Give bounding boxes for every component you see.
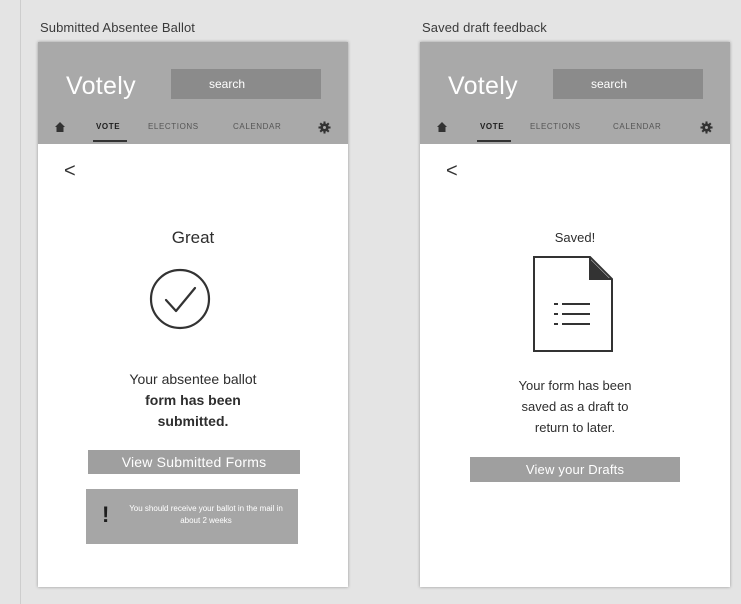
nav-tab-elections[interactable]: ELECTIONS — [148, 122, 199, 131]
search-input[interactable]: search — [553, 69, 703, 99]
confirmation-message-line2: saved as a draft to — [521, 399, 629, 414]
active-tab-indicator — [477, 140, 511, 142]
back-button[interactable]: < — [64, 160, 76, 183]
home-icon[interactable] — [54, 121, 66, 133]
check-circle-icon — [149, 268, 211, 330]
home-icon[interactable] — [436, 121, 448, 133]
phone-frame-saved: Votely search VOTE ELECTIONS CALENDAR < … — [420, 42, 730, 587]
app-header: Votely search VOTE ELECTIONS CALENDAR — [420, 42, 730, 144]
nav-tab-vote[interactable]: VOTE — [480, 122, 504, 131]
notice-text: You should receive your ballot in the ma… — [129, 504, 283, 525]
back-button[interactable]: < — [446, 160, 458, 183]
view-drafts-button[interactable]: View your Drafts — [470, 457, 680, 482]
confirmation-message-line3: return to later. — [534, 420, 616, 435]
view-submitted-forms-button[interactable]: View Submitted Forms — [88, 450, 300, 474]
frame-title: Saved draft feedback — [422, 20, 547, 35]
active-tab-indicator — [93, 140, 127, 142]
frame-title: Submitted Absentee Ballot — [40, 20, 195, 35]
app-logo[interactable]: Votely — [66, 72, 136, 101]
nav-tab-calendar[interactable]: CALENDAR — [233, 122, 281, 131]
confirmation-message-line3: submitted. — [157, 413, 229, 429]
search-input[interactable]: search — [171, 69, 321, 99]
gear-icon[interactable] — [318, 121, 331, 134]
app-logo[interactable]: Votely — [448, 72, 518, 101]
confirmation-message-line1: Your absentee ballot — [129, 371, 257, 387]
app-header: Votely search VOTE ELECTIONS CALENDAR — [38, 42, 348, 144]
nav-tab-elections[interactable]: ELECTIONS — [530, 122, 581, 131]
nav-tab-vote[interactable]: VOTE — [96, 122, 120, 131]
page-heading: Saved! — [554, 230, 596, 245]
nav-bar: VOTE ELECTIONS CALENDAR — [38, 112, 348, 144]
gear-icon[interactable] — [700, 121, 713, 134]
mail-notice: ! You should receive your ballot in the … — [86, 489, 298, 544]
confirmation-message-line2: form has been — [145, 392, 241, 408]
nav-bar: VOTE ELECTIONS CALENDAR — [420, 112, 730, 144]
phone-frame-submitted: Votely search VOTE ELECTIONS CALENDAR < … — [38, 42, 348, 587]
page-heading: Great — [171, 228, 215, 247]
confirmation-message-line1: Your form has been — [518, 378, 632, 393]
document-list-icon — [533, 256, 613, 352]
exclamation-icon: ! — [102, 502, 110, 527]
nav-tab-calendar[interactable]: CALENDAR — [613, 122, 661, 131]
canvas-edge — [20, 0, 21, 604]
